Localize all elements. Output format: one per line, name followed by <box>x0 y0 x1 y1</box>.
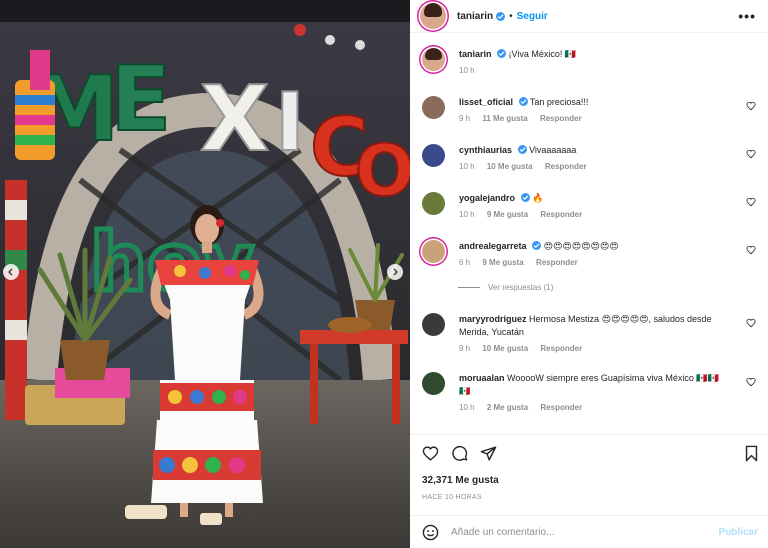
emoji-icon[interactable] <box>422 524 439 541</box>
reply-button[interactable]: Responder <box>540 403 582 412</box>
post-actions: 32,371 Me gusta HACE 10 HORAS Añade un c… <box>410 434 768 544</box>
comment-likes[interactable]: 11 Me gusta <box>482 114 527 123</box>
photo-illustration: hoy M E X I C O <box>0 0 410 548</box>
add-comment-bar: Añade un comentario... Publicar <box>410 515 768 548</box>
verified-icon <box>496 11 506 21</box>
comment-likes[interactable]: 2 Me gusta <box>487 403 528 412</box>
comment-icon[interactable] <box>451 445 468 462</box>
svg-text:O: O <box>355 130 410 212</box>
verified-icon <box>517 145 527 154</box>
verified-icon <box>520 193 530 202</box>
svg-text:X: X <box>200 67 269 172</box>
like-comment-heart-icon[interactable] <box>746 318 756 328</box>
comment-username[interactable]: yogalejandro <box>459 193 515 203</box>
comment-likes[interactable]: 10 Me gusta <box>482 344 528 353</box>
reply-button[interactable]: Responder <box>545 162 587 171</box>
chevron-left-icon <box>8 268 13 276</box>
like-comment-heart-icon[interactable] <box>746 197 756 207</box>
chevron-right-icon <box>393 268 398 276</box>
comment-likes[interactable]: 9 Me gusta <box>482 258 523 267</box>
comment-likes[interactable]: 10 Me gusta <box>487 162 533 171</box>
commenter-avatar[interactable] <box>422 96 445 119</box>
comment-time: 10 h <box>459 210 475 219</box>
like-comment-heart-icon[interactable] <box>746 245 756 255</box>
verified-icon <box>518 97 528 106</box>
comment-input[interactable]: Añade un comentario... <box>451 527 719 538</box>
caption-time: 10 h <box>459 66 475 75</box>
author-username[interactable]: taniarin <box>457 11 493 22</box>
post-photo[interactable]: hoy M E X I C O <box>0 0 410 548</box>
commenter-avatar[interactable] <box>422 313 445 336</box>
more-icon[interactable]: ••• <box>738 8 756 24</box>
instagram-post-modal: hoy M E X I C O <box>0 0 768 548</box>
commenter-avatar[interactable] <box>422 192 445 215</box>
reply-button[interactable]: Responder <box>540 114 582 123</box>
reply-button[interactable]: Responder <box>536 258 578 267</box>
reply-button[interactable]: Responder <box>540 344 582 353</box>
comment-username[interactable]: andrealegarreta <box>459 241 527 251</box>
view-replies-button[interactable]: Ver respuestas (1) <box>458 283 553 292</box>
caption-text: ¡Viva México! 🇲🇽 <box>508 49 577 59</box>
verified-icon <box>532 241 542 250</box>
comment-text: Tan preciosa!!! <box>529 97 589 107</box>
svg-text:E: E <box>110 47 171 152</box>
previous-photo-button[interactable] <box>3 264 19 280</box>
comment-time: 10 h <box>459 403 475 412</box>
reply-button[interactable]: Responder <box>540 210 582 219</box>
next-photo-button[interactable] <box>387 264 403 280</box>
comment-time: 9 h <box>459 114 471 123</box>
like-comment-heart-icon[interactable] <box>746 101 756 111</box>
likes-count[interactable]: 32,371 Me gusta <box>422 475 499 486</box>
share-icon[interactable] <box>480 445 497 462</box>
comment-username[interactable]: moruaalan <box>459 373 505 383</box>
post-header: taniarin • Seguir ••• <box>410 0 768 33</box>
comment-time: 6 h <box>459 258 471 267</box>
comment-likes[interactable]: 9 Me gusta <box>487 210 528 219</box>
author-avatar[interactable] <box>420 3 446 29</box>
comment-username[interactable]: maryyrodriguez <box>459 314 527 324</box>
commenter-avatar[interactable] <box>422 240 445 263</box>
commenter-avatar[interactable] <box>422 144 445 167</box>
heart-icon[interactable] <box>422 445 439 462</box>
comment-text: Vivaaaaaaa <box>529 145 577 155</box>
like-comment-heart-icon[interactable] <box>746 377 756 387</box>
post-time: HACE 10 HORAS <box>422 494 482 501</box>
comments-list[interactable]: taniarin ¡Viva México! 🇲🇽 10 h lisset_of… <box>410 38 768 434</box>
publish-button[interactable]: Publicar <box>719 527 758 538</box>
bookmark-icon[interactable] <box>743 445 760 462</box>
comment-username[interactable]: cynthiaurias <box>459 145 512 155</box>
comment-username[interactable]: lisset_oficial <box>459 97 513 107</box>
verified-icon <box>497 49 507 58</box>
comment-text: 😍😍😍😍😍😍😍😍 <box>543 241 619 251</box>
separator-dot: • <box>509 10 513 22</box>
svg-text:I: I <box>275 76 305 169</box>
comment-text: 🔥 <box>532 193 544 203</box>
follow-button[interactable]: Seguir <box>517 11 548 22</box>
post-side-panel: taniarin • Seguir ••• taniarin ¡Viva Méx… <box>410 0 768 548</box>
like-comment-heart-icon[interactable] <box>746 149 756 159</box>
commenter-avatar[interactable] <box>422 372 445 395</box>
replies-divider <box>458 287 480 288</box>
caption-avatar[interactable] <box>422 48 445 71</box>
comment-time: 10 h <box>459 162 475 171</box>
caption-username[interactable]: taniarin <box>459 49 492 59</box>
view-replies-label: Ver respuestas (1) <box>488 283 554 292</box>
comment-time: 9 h <box>459 344 471 353</box>
